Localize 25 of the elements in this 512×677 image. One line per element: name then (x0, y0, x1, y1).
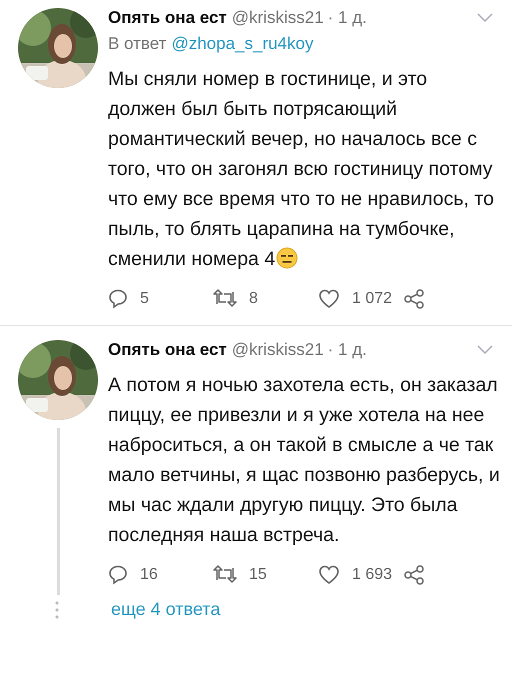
like-count: 1 693 (352, 566, 392, 584)
retweet-icon[interactable] (213, 564, 237, 585)
heart-icon[interactable] (318, 288, 340, 309)
author-handle: @kriskiss21 (232, 340, 324, 360)
like-count: 1 072 (352, 290, 392, 308)
reply-icon[interactable] (108, 288, 128, 309)
share-icon[interactable] (404, 288, 424, 308)
dots-icon[interactable] (55, 600, 59, 620)
expressionless-face-icon[interactable] (276, 247, 298, 269)
author-name[interactable]: Опять она ест (108, 340, 227, 360)
reply-count: 5 (140, 290, 149, 308)
tweet-text: Мы сняли номер в гостинице, и это должен был быть потрясающий романтический вечер, но началось все с того, что он загонял всю гостиницу потому что ему все время что то не нравилось, то пыль, то блять царапина на тумбочке, сменили номера 4 (108, 67, 495, 272)
heart-icon[interactable] (318, 564, 340, 585)
author-name[interactable]: Опять она ест (108, 8, 227, 28)
author-handle: @kriskiss21 (232, 8, 324, 28)
reply-to-label: В ответ (108, 34, 166, 53)
retweet-count: 15 (249, 566, 267, 584)
retweet-count: 8 (249, 290, 258, 308)
retweet-icon[interactable] (213, 288, 237, 309)
tweet-time: · 1 д. (328, 340, 367, 360)
tweet-text: А потом я ночью захотела есть, он заказал пиццу, ее привезли и я уже хотела на нее наброситься, а он такой в смысле а че так мало ветчины, я щас позвоню разберусь, и мы час ждали другую пиццу. Это была последняя наша встреча. (108, 373, 500, 548)
tweet-time: · 1 д. (328, 8, 367, 28)
reply-count: 16 (140, 566, 158, 584)
share-icon[interactable] (404, 564, 424, 584)
reply-icon[interactable] (108, 564, 128, 585)
